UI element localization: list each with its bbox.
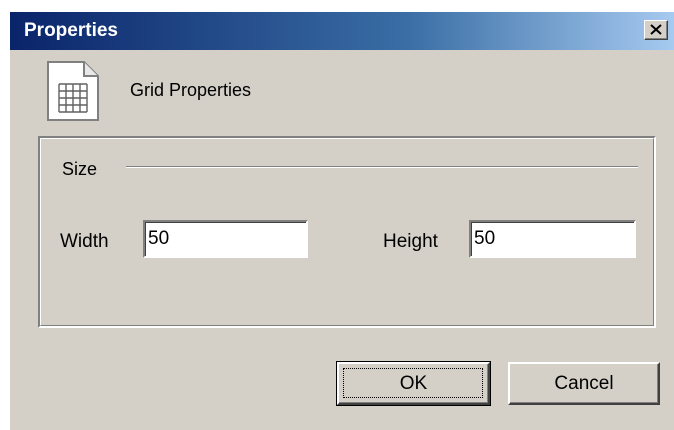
size-group-label: Size <box>62 159 98 179</box>
title-bar[interactable]: Properties <box>10 12 674 50</box>
properties-dialog: Properties Grid Properties Size Width H <box>10 12 674 430</box>
close-button[interactable] <box>644 20 668 40</box>
cancel-button-label: Cancel <box>554 373 614 394</box>
cancel-button[interactable]: Cancel <box>508 362 660 405</box>
size-separator <box>126 166 638 168</box>
height-label: Height <box>383 231 438 252</box>
focus-rectangle <box>343 368 483 398</box>
width-label: Width <box>60 231 109 252</box>
close-icon <box>650 24 662 35</box>
height-input[interactable] <box>469 220 636 258</box>
grid-properties-heading: Grid Properties <box>130 80 252 100</box>
ok-button[interactable]: OK <box>336 361 491 406</box>
grid-document-icon <box>47 61 99 121</box>
width-input[interactable] <box>143 220 308 258</box>
window-title: Properties <box>24 20 118 41</box>
